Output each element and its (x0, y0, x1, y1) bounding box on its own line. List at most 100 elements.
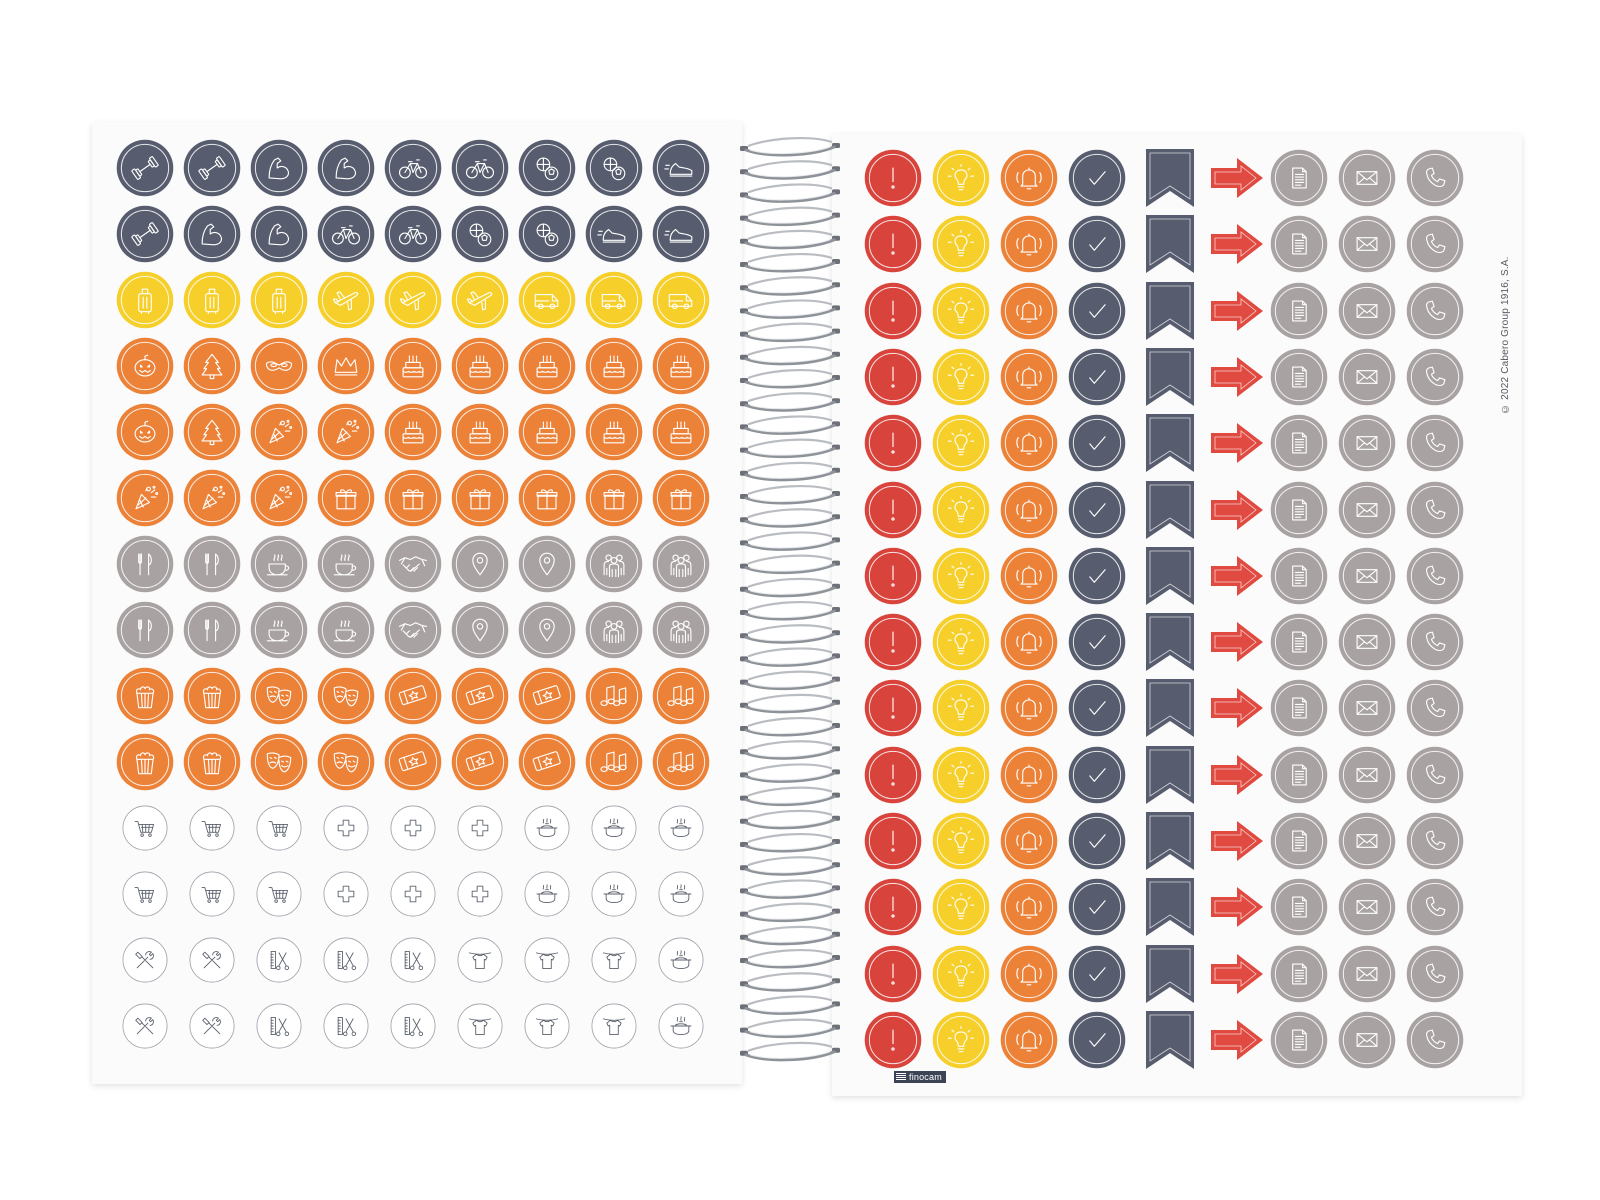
sticker (1406, 414, 1464, 472)
sticker (183, 535, 241, 593)
sticker (116, 667, 174, 725)
sticker (384, 535, 442, 593)
sticker (652, 667, 710, 725)
sticker (591, 1003, 637, 1049)
sticker (518, 205, 576, 263)
arrow-right-icon (1211, 887, 1263, 928)
bookmark-icon (1146, 347, 1194, 406)
sticker (1406, 679, 1464, 737)
sticker (585, 469, 643, 527)
sticker (1270, 1011, 1328, 1069)
sticker (1270, 547, 1328, 605)
sticker (652, 733, 710, 791)
sticker (864, 613, 922, 671)
sticker (384, 139, 442, 197)
sticker (122, 937, 168, 983)
sticker (652, 205, 710, 263)
sticker (658, 871, 704, 917)
spiral-loop (740, 925, 840, 946)
spiral-loop (740, 508, 840, 528)
sticker (384, 271, 442, 329)
sticker (390, 805, 436, 851)
sticker (1000, 1011, 1058, 1069)
sticker (317, 601, 375, 659)
spiral-loop (740, 624, 840, 644)
sticker (457, 1003, 503, 1049)
sticker (256, 1003, 302, 1049)
sticker (932, 1011, 990, 1069)
sticker (658, 937, 704, 983)
bookmark-sticker (1145, 148, 1195, 208)
spiral-loop (740, 322, 840, 343)
sticker (1068, 547, 1126, 605)
sticker (317, 469, 375, 527)
sticker (1338, 679, 1396, 737)
sticker (250, 403, 308, 461)
sticker (1068, 746, 1126, 804)
sticker (116, 403, 174, 461)
arrow-right-icon (1211, 555, 1263, 596)
sticker (864, 215, 922, 273)
spiral-binding (740, 136, 840, 1062)
sticker (116, 469, 174, 527)
sticker (1338, 215, 1396, 273)
sticker (1068, 878, 1126, 936)
sticker (116, 205, 174, 263)
sticker (384, 205, 442, 263)
arrow-right-icon (1211, 1019, 1263, 1060)
sticker (932, 282, 990, 340)
sticker (1068, 282, 1126, 340)
sticker (1068, 215, 1126, 273)
sticker (524, 871, 570, 917)
arrow-sticker (1209, 421, 1265, 465)
sticker (390, 871, 436, 917)
sticker (1406, 481, 1464, 539)
sticker (189, 805, 235, 851)
bookmark-sticker (1145, 678, 1195, 738)
spiral-loop (740, 345, 840, 366)
sticker (585, 337, 643, 395)
sticker (250, 667, 308, 725)
sticker (122, 1003, 168, 1049)
sticker (585, 403, 643, 461)
sticker (183, 205, 241, 263)
sticker (864, 679, 922, 737)
arrow-right-icon (1211, 158, 1263, 198)
sticker (390, 1003, 436, 1049)
arrow-sticker (1209, 488, 1265, 532)
arrow-sticker (1209, 554, 1265, 598)
spiral-loop (740, 647, 840, 667)
sticker (652, 271, 710, 329)
sticker (864, 481, 922, 539)
spiral-loop (740, 693, 840, 714)
sticker (451, 733, 509, 791)
sticker (585, 535, 643, 593)
sticker (1338, 547, 1396, 605)
sticker (864, 1011, 922, 1069)
sticker (518, 667, 576, 725)
sticker (518, 403, 576, 461)
spiral-loop (740, 1041, 840, 1062)
arrow-sticker (1209, 885, 1265, 929)
sticker (1270, 613, 1328, 671)
sticker (384, 667, 442, 725)
sticker (932, 812, 990, 870)
sticker (1338, 746, 1396, 804)
bookmark-sticker (1145, 612, 1195, 672)
arrow-sticker (1209, 156, 1265, 200)
spiral-loop (740, 392, 840, 412)
spiral-loop (740, 856, 840, 876)
sticker (932, 149, 990, 207)
bookmark-icon (1146, 281, 1194, 340)
bookmark-sticker (1145, 811, 1195, 871)
sticker (864, 812, 922, 870)
sticker (1000, 348, 1058, 406)
sticker (591, 805, 637, 851)
sticker (1068, 945, 1126, 1003)
sticker (250, 535, 308, 593)
spiral-loop (740, 206, 840, 227)
sticker (1270, 215, 1328, 273)
bookmark-icon (1146, 215, 1194, 274)
arrow-right-icon (1211, 622, 1263, 663)
bookmark-sticker (1145, 281, 1195, 341)
